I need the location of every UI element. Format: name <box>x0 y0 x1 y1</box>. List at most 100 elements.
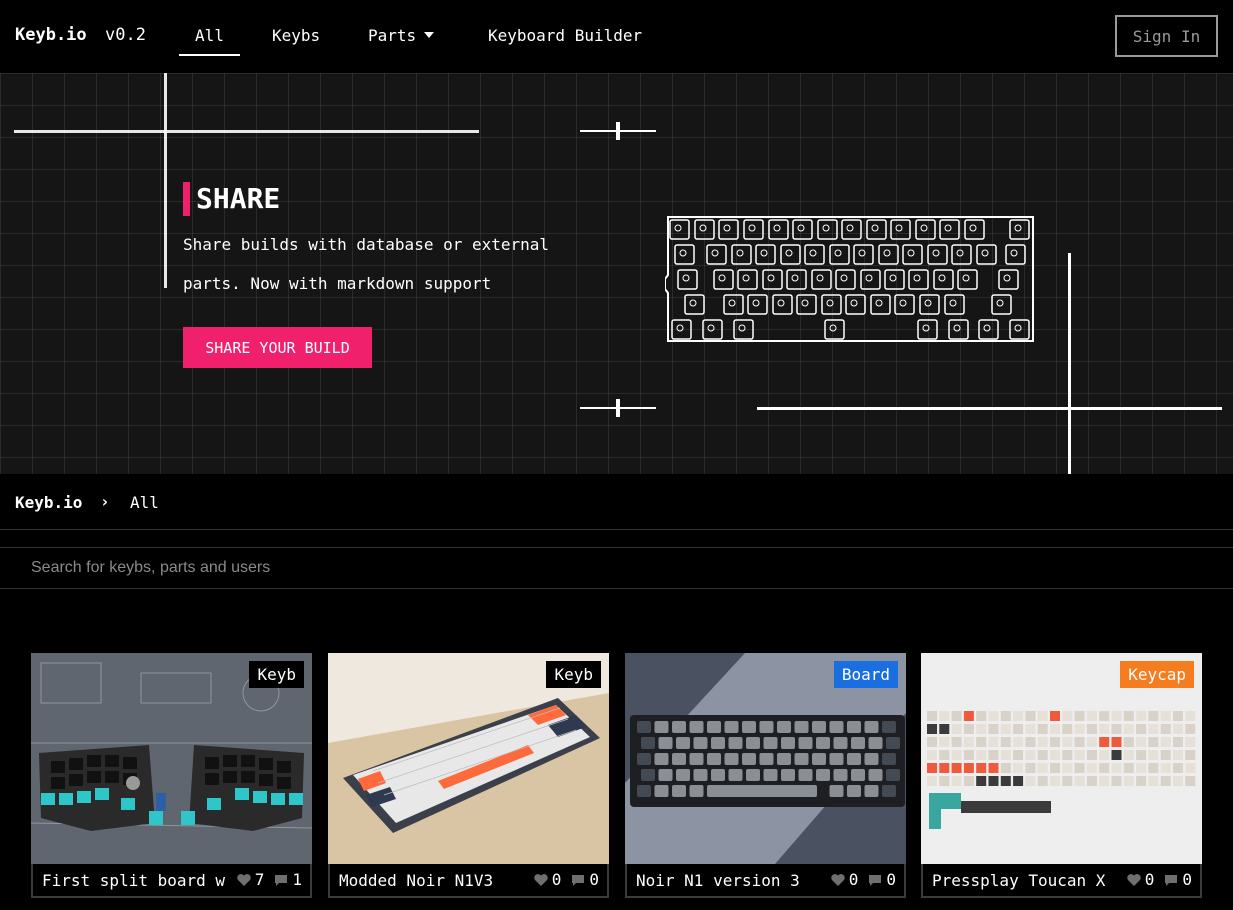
nav-link-keyboard-builder[interactable]: Keyboard Builder <box>488 26 642 45</box>
key-switch-outline <box>983 324 991 332</box>
key-outline <box>702 319 723 340</box>
keycap <box>1136 750 1147 760</box>
card-thumbnail[interactable]: Board <box>625 653 906 864</box>
keycap <box>927 776 937 786</box>
card-title[interactable]: Noir N1 version 3 <box>636 871 800 890</box>
keycap <box>976 711 987 721</box>
keycap <box>812 721 826 733</box>
card-stats: 7 1 <box>229 870 302 889</box>
keycap <box>988 763 999 773</box>
heart-icon[interactable] <box>1126 872 1142 888</box>
card-stats: 0 0 <box>1119 870 1192 889</box>
keycap <box>864 753 879 765</box>
key-outline <box>951 244 972 265</box>
key-switch-outline <box>816 274 824 282</box>
share-build-button[interactable]: SHARE YOUR BUILD <box>183 327 372 368</box>
keycap <box>1160 750 1171 760</box>
keycap <box>963 711 974 721</box>
card-pressplay-toucan[interactable]: Keycap Pressplay Toucan X 0 0 <box>921 653 1202 898</box>
keycap <box>1086 711 1097 721</box>
heart-icon[interactable] <box>830 872 846 888</box>
card-modded-noir[interactable]: Keyb Modded Noir N1V3 0 0 <box>328 653 609 898</box>
breadcrumb: Keyb.io › All <box>0 474 1233 530</box>
key-outline <box>677 269 698 290</box>
brand-logo[interactable]: Keyb.io <box>15 25 87 45</box>
key-outline <box>804 244 825 265</box>
card-title[interactable]: First split board w <box>42 871 225 890</box>
card-noir-n1[interactable]: Board Noir N1 version 3 0 0 <box>625 653 906 898</box>
hero-title: SHARE <box>183 182 280 216</box>
card-title[interactable]: Pressplay Toucan X <box>932 871 1105 890</box>
comment-icon[interactable] <box>867 872 883 888</box>
card-caption: Noir N1 version 3 0 0 <box>625 864 906 898</box>
keycap <box>1013 776 1024 786</box>
key-outline <box>817 219 838 240</box>
keycap <box>1013 724 1024 734</box>
key-outline <box>792 219 813 240</box>
keycap <box>1099 724 1110 734</box>
keycap <box>833 769 848 781</box>
like-count: 7 <box>254 870 265 889</box>
key-switch-outline <box>924 299 932 307</box>
like-count: 0 <box>551 870 562 889</box>
keycap <box>707 721 721 733</box>
breadcrumb-current: All <box>130 493 159 512</box>
card-first-split-board[interactable]: Keyb First split board w 7 1 <box>31 653 312 898</box>
card-thumbnail[interactable]: Keyb <box>328 653 609 864</box>
key-switch-outline <box>723 224 731 232</box>
keycap <box>988 711 999 721</box>
keycap <box>672 785 686 797</box>
key-switch-outline <box>949 299 957 307</box>
key-outline <box>860 269 881 290</box>
keycap <box>1185 711 1196 721</box>
keycap <box>711 769 725 781</box>
card-thumbnail[interactable]: Keycap <box>921 653 1202 864</box>
card-thumbnail[interactable]: Keyb <box>31 653 312 864</box>
keycap <box>1000 776 1011 786</box>
comment-icon[interactable] <box>570 872 586 888</box>
keycap <box>654 785 669 797</box>
keycap <box>1185 776 1196 786</box>
key-switch-outline <box>953 324 961 332</box>
key-switch-outline <box>922 324 930 332</box>
key-switch-outline <box>865 274 873 282</box>
key-outline <box>845 294 866 315</box>
sign-in-button[interactable]: Sign In <box>1115 15 1218 57</box>
search-input[interactable] <box>0 548 1233 588</box>
keycap <box>1160 776 1171 786</box>
heart-icon[interactable] <box>236 872 252 888</box>
keycap <box>988 776 999 786</box>
key-outline <box>835 269 856 290</box>
keycap <box>1074 711 1085 721</box>
key-outline <box>853 244 874 265</box>
comment-icon[interactable] <box>273 872 289 888</box>
keycap <box>1025 750 1036 760</box>
keycap <box>976 776 987 786</box>
keycap <box>676 769 690 781</box>
heart-icon[interactable] <box>533 872 549 888</box>
key-switch-outline <box>822 224 830 232</box>
comment-icon[interactable] <box>1163 872 1179 888</box>
nav-link-all[interactable]: All <box>179 26 240 56</box>
keycap <box>689 785 704 797</box>
keycap <box>868 769 883 781</box>
keycap <box>1173 763 1183 773</box>
nav-link-parts[interactable]: Parts <box>368 26 435 45</box>
breadcrumb-home[interactable]: Keyb.io <box>15 493 82 512</box>
keycap <box>1074 776 1085 786</box>
keycap <box>939 776 950 786</box>
keycap <box>1013 763 1024 773</box>
key-switch-outline <box>797 224 805 232</box>
nav-link-keybs[interactable]: Keybs <box>272 26 320 45</box>
keycap <box>1037 711 1048 721</box>
keycap <box>658 769 673 781</box>
key-outline <box>671 319 692 340</box>
keycap <box>882 785 896 797</box>
keycap <box>1000 724 1011 734</box>
keycap <box>951 737 962 747</box>
comment-count: 1 <box>292 870 302 889</box>
keycap <box>1111 776 1122 786</box>
key-outline <box>694 219 715 240</box>
chevron-right-icon: › <box>100 492 110 511</box>
card-title[interactable]: Modded Noir N1V3 <box>339 871 493 890</box>
